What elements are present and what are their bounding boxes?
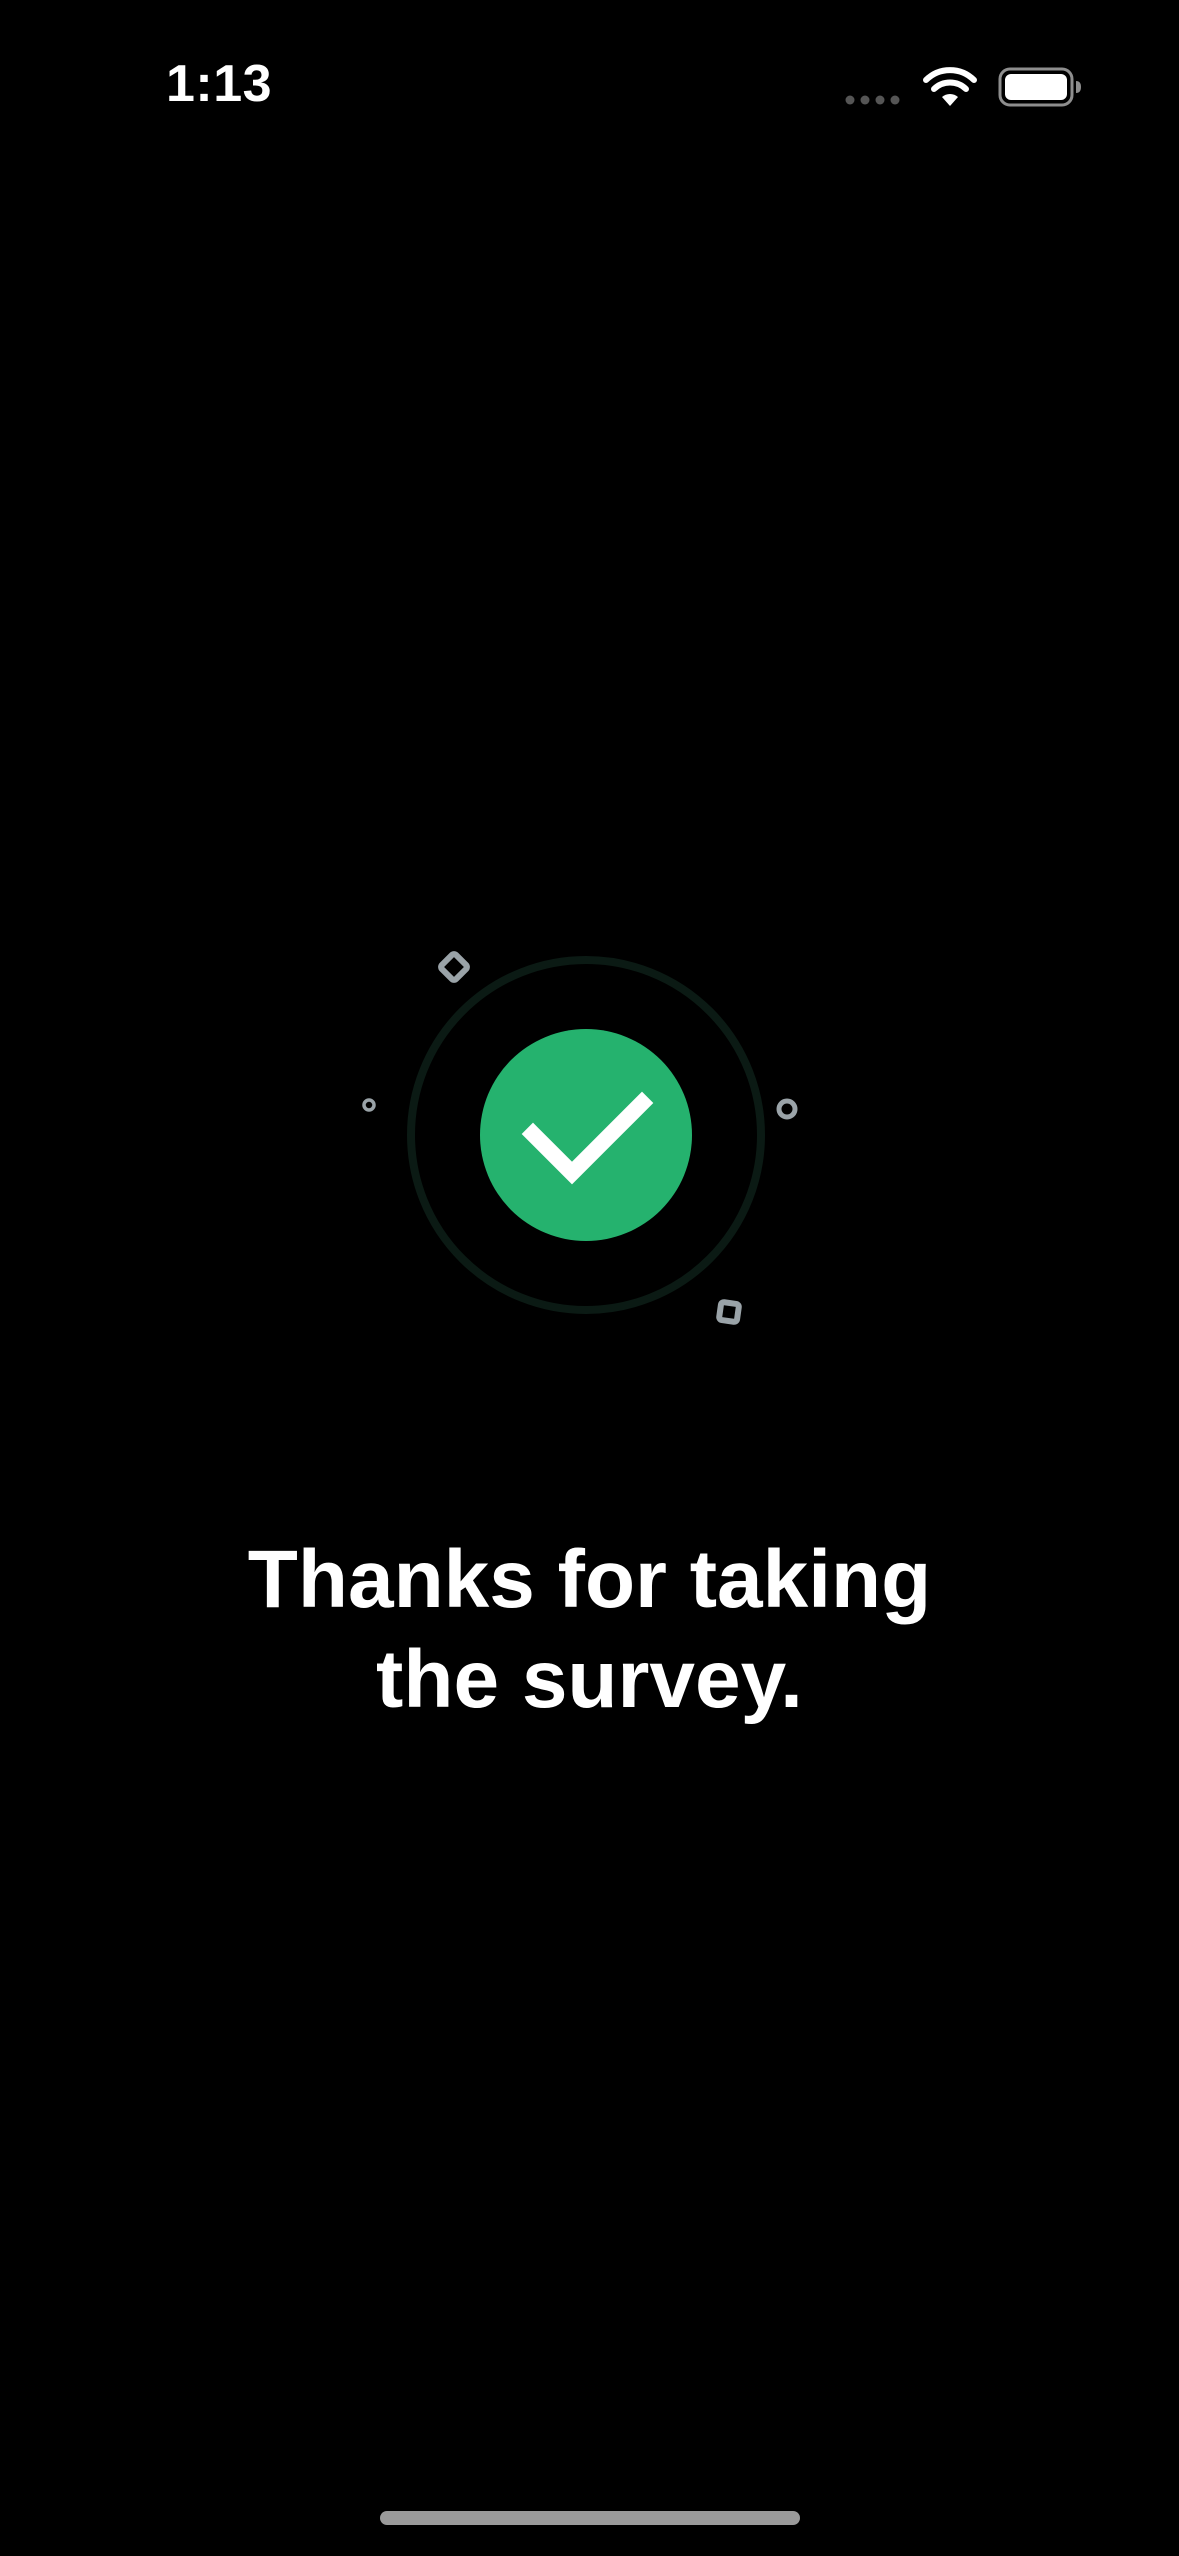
success-disc xyxy=(480,1029,692,1241)
thank-you-message: Thanks for taking the survey. xyxy=(0,1530,1179,1730)
status-time: 1:13 xyxy=(166,55,273,113)
status-bar: 1:13 xyxy=(0,0,1179,150)
confetti-dot-right xyxy=(776,1098,798,1120)
message-line-1: Thanks for taking xyxy=(247,1534,932,1625)
cellular-signal-icon xyxy=(845,95,900,105)
battery-icon xyxy=(998,67,1081,107)
message-line-2: the survey. xyxy=(376,1634,803,1725)
confetti-diamond xyxy=(438,951,470,983)
home-indicator[interactable] xyxy=(380,2511,800,2525)
confetti-dot-left xyxy=(362,1098,376,1112)
success-graphic xyxy=(362,951,798,1325)
wifi-icon xyxy=(923,67,977,106)
confetti-square xyxy=(716,1299,742,1325)
